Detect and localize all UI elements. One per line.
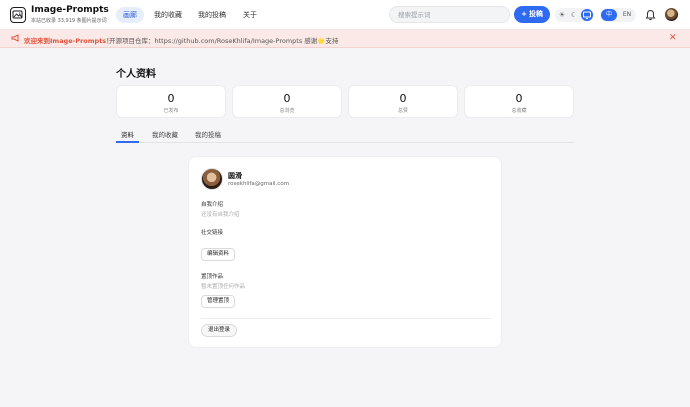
stat-value: 0 [515, 92, 523, 105]
profile-name: 圆滑 [228, 172, 242, 180]
tab-profile[interactable]: 资料 [116, 129, 139, 143]
stat-favorites: 0 总收藏 [464, 85, 574, 118]
stat-label: 总浏览 [279, 108, 295, 114]
profile-email: rosekhlifa@gmail.com [228, 181, 290, 187]
stat-value: 0 [283, 92, 291, 105]
close-icon[interactable]: ✕ [669, 33, 677, 43]
logo-icon[interactable] [10, 7, 26, 23]
moon-icon[interactable]: ☾ [568, 9, 580, 21]
banner-welcome: 欢迎来到Image-Prompts！ [24, 37, 113, 45]
language-switcher: 中 EN [600, 8, 636, 22]
social-links-label: 社交链接 [201, 230, 224, 236]
stat-value: 0 [167, 92, 175, 105]
lang-en-button[interactable]: EN [619, 9, 635, 21]
profile-tabs: 资料 我的收藏 我的投稿 [116, 127, 574, 143]
site-subtitle: 本站已收录 33,919 条图片提示词 [31, 18, 107, 24]
search-box[interactable] [389, 6, 510, 23]
nav-about[interactable]: 关于 [236, 7, 264, 23]
stat-likes: 0 总赞 [348, 85, 458, 118]
bell-icon[interactable] [645, 9, 656, 21]
tab-my-submissions[interactable]: 我的投稿 [190, 129, 226, 143]
tab-my-favorites[interactable]: 我的收藏 [147, 129, 183, 143]
nav-my-submissions[interactable]: 我的投稿 [191, 7, 233, 23]
user-avatar[interactable] [665, 8, 678, 21]
monitor-icon[interactable] [581, 9, 593, 21]
nav-my-favorites[interactable]: 我的收藏 [147, 7, 189, 23]
avatar [201, 168, 223, 190]
page-title: 个人资料 [116, 69, 156, 80]
stat-label: 已发布 [163, 108, 179, 114]
stat-label: 总收藏 [511, 108, 527, 114]
bio-label: 自我介绍 [201, 202, 224, 208]
logout-button[interactable]: 退出登录 [201, 324, 238, 337]
top-navbar: Image-Prompts 本站已收录 33,919 条图片提示词 画廊 我的收… [0, 0, 690, 30]
megaphone-icon [11, 34, 20, 44]
pinned-hint: 暂未置顶任何作品 [201, 284, 246, 290]
announcement-banner: 欢迎来到Image-Prompts！ 开源项目仓库：https://github… [0, 30, 690, 48]
plus-icon: + [521, 10, 527, 18]
profile-panel: 圆滑 rosekhlifa@gmail.com 自我介绍 还没有自我介绍 社交链… [188, 156, 502, 348]
manage-pinned-button[interactable]: 管理置顶 [201, 295, 236, 308]
banner-repo-link[interactable]: 开源项目仓库：https://github.com/RoseKhlifa/Ima… [109, 35, 338, 45]
stat-published: 0 已发布 [116, 85, 226, 118]
post-button-label: 投稿 [528, 10, 543, 18]
sun-icon[interactable]: ☀ [556, 9, 568, 21]
edit-profile-button[interactable]: 编辑资料 [201, 248, 236, 261]
stat-views: 0 总浏览 [232, 85, 342, 118]
divider [201, 318, 491, 319]
theme-switcher: ☀ ☾ [555, 8, 594, 22]
pinned-label: 置顶作品 [201, 274, 224, 280]
search-input[interactable] [398, 7, 509, 22]
nav-gallery[interactable]: 画廊 [116, 7, 144, 23]
stat-value: 0 [399, 92, 407, 105]
post-button[interactable]: + 投稿 [514, 6, 550, 23]
site-title[interactable]: Image-Prompts [31, 5, 109, 15]
bio-hint: 还没有自我介绍 [201, 212, 240, 218]
lang-zh-button[interactable]: 中 [601, 9, 617, 21]
stat-label: 总赞 [397, 108, 408, 114]
